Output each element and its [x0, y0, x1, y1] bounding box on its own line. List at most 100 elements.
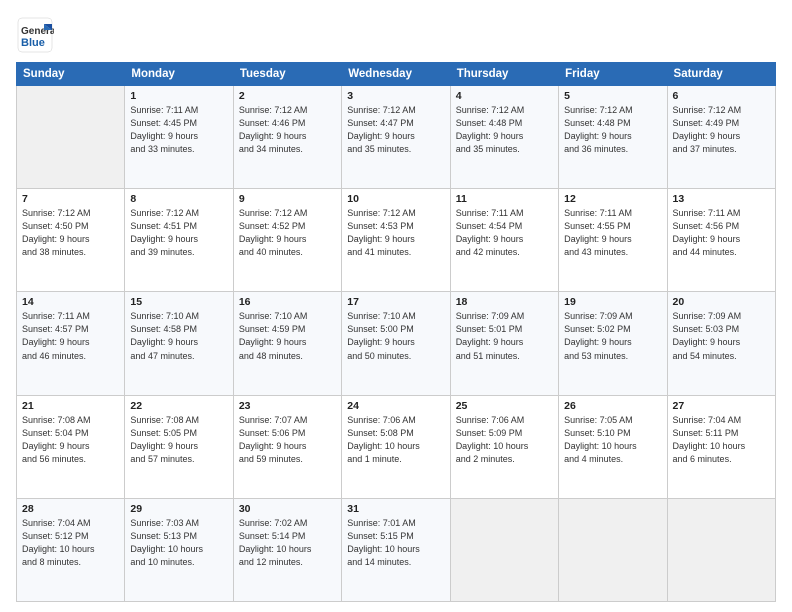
day-number: 11 [456, 193, 553, 205]
calendar-cell: 6Sunrise: 7:12 AM Sunset: 4:49 PM Daylig… [667, 86, 775, 189]
calendar-cell: 27Sunrise: 7:04 AM Sunset: 5:11 PM Dayli… [667, 395, 775, 498]
day-info: Sunrise: 7:11 AM Sunset: 4:57 PM Dayligh… [22, 310, 119, 362]
weekday-wednesday: Wednesday [342, 63, 450, 86]
day-number: 30 [239, 503, 336, 515]
calendar-cell: 16 Sunrise: 7:10 AM Sunset: 4:59 PM Dayli… [233, 292, 341, 395]
week-row-0: 1Sunrise: 7:11 AM Sunset: 4:45 PM Daylig… [17, 86, 776, 189]
weekday-tuesday: Tuesday [233, 63, 341, 86]
day-info: Sunrise: 7:12 AM Sunset: 4:52 PM Dayligh… [239, 207, 336, 259]
calendar-cell: 25 Sunrise: 7:06 AM Sunset: 5:09 PM Dayli… [450, 395, 558, 498]
calendar-cell: 4 Sunrise: 7:12 AM Sunset: 4:48 PM Daylig… [450, 86, 558, 189]
day-number: 13 [673, 193, 770, 205]
calendar-cell: 17Sunrise: 7:10 AM Sunset: 5:00 PM Dayli… [342, 292, 450, 395]
calendar-cell: 21 Sunrise: 7:08 AM Sunset: 5:04 PM Dayli… [17, 395, 125, 498]
calendar-cell: 8 Sunrise: 7:12 AM Sunset: 4:51 PM Daylig… [125, 189, 233, 292]
day-number: 5 [564, 90, 661, 102]
day-info: Sunrise: 7:04 AM Sunset: 5:11 PM Dayligh… [673, 414, 770, 466]
day-info: Sunrise: 7:02 AM Sunset: 5:14 PM Dayligh… [239, 517, 336, 569]
day-info: Sunrise: 7:08 AM Sunset: 5:05 PM Dayligh… [130, 414, 227, 466]
day-number: 7 [22, 193, 119, 205]
calendar-cell: 18 Sunrise: 7:09 AM Sunset: 5:01 PM Dayli… [450, 292, 558, 395]
calendar-cell: 24 Sunrise: 7:06 AM Sunset: 5:08 PM Dayli… [342, 395, 450, 498]
calendar-cell: 12 Sunrise: 7:11 AM Sunset: 4:55 PM Dayli… [559, 189, 667, 292]
day-number: 12 [564, 193, 661, 205]
day-number: 25 [456, 400, 553, 412]
day-info: Sunrise: 7:10 AM Sunset: 4:59 PM Dayligh… [239, 310, 336, 362]
day-number: 14 [22, 296, 119, 308]
day-number: 8 [130, 193, 227, 205]
day-number: 18 [456, 296, 553, 308]
day-info: Sunrise: 7:06 AM Sunset: 5:09 PM Dayligh… [456, 414, 553, 466]
calendar-cell: 7 Sunrise: 7:12 AM Sunset: 4:50 PM Daylig… [17, 189, 125, 292]
day-info: Sunrise: 7:12 AM Sunset: 4:53 PM Dayligh… [347, 207, 444, 259]
calendar-cell: 19Sunrise: 7:09 AM Sunset: 5:02 PM Dayli… [559, 292, 667, 395]
day-info: Sunrise: 7:09 AM Sunset: 5:02 PM Dayligh… [564, 310, 661, 362]
day-info: Sunrise: 7:09 AM Sunset: 5:03 PM Dayligh… [673, 310, 770, 362]
day-number: 1 [130, 90, 227, 102]
calendar-cell: 20 Sunrise: 7:09 AM Sunset: 5:03 PM Dayli… [667, 292, 775, 395]
day-info: Sunrise: 7:12 AM Sunset: 4:50 PM Dayligh… [22, 207, 119, 259]
day-number: 22 [130, 400, 227, 412]
day-info: Sunrise: 7:12 AM Sunset: 4:48 PM Dayligh… [564, 104, 661, 156]
weekday-thursday: Thursday [450, 63, 558, 86]
day-info: Sunrise: 7:12 AM Sunset: 4:51 PM Dayligh… [130, 207, 227, 259]
day-info: Sunrise: 7:12 AM Sunset: 4:49 PM Dayligh… [673, 104, 770, 156]
calendar-cell: 5 Sunrise: 7:12 AM Sunset: 4:48 PM Daylig… [559, 86, 667, 189]
svg-text:Blue: Blue [21, 37, 45, 49]
week-row-1: 7 Sunrise: 7:12 AM Sunset: 4:50 PM Daylig… [17, 189, 776, 292]
weekday-monday: Monday [125, 63, 233, 86]
calendar-cell: 29Sunrise: 7:03 AM Sunset: 5:13 PM Dayli… [125, 498, 233, 601]
calendar-cell: 26Sunrise: 7:05 AM Sunset: 5:10 PM Dayli… [559, 395, 667, 498]
calendar-cell: 31Sunrise: 7:01 AM Sunset: 5:15 PM Dayli… [342, 498, 450, 601]
week-row-2: 14 Sunrise: 7:11 AM Sunset: 4:57 PM Dayli… [17, 292, 776, 395]
day-number: 26 [564, 400, 661, 412]
day-info: Sunrise: 7:10 AM Sunset: 4:58 PM Dayligh… [130, 310, 227, 362]
logo-icon: General Blue [16, 16, 54, 54]
day-info: Sunrise: 7:04 AM Sunset: 5:12 PM Dayligh… [22, 517, 119, 569]
day-number: 23 [239, 400, 336, 412]
calendar-cell [450, 498, 558, 601]
calendar-cell: 9 Sunrise: 7:12 AM Sunset: 4:52 PM Daylig… [233, 189, 341, 292]
day-info: Sunrise: 7:12 AM Sunset: 4:47 PM Dayligh… [347, 104, 444, 156]
page: General Blue SundayMondayTuesdayWednesda… [0, 0, 792, 612]
day-number: 9 [239, 193, 336, 205]
day-info: Sunrise: 7:08 AM Sunset: 5:04 PM Dayligh… [22, 414, 119, 466]
day-number: 16 [239, 296, 336, 308]
day-info: Sunrise: 7:09 AM Sunset: 5:01 PM Dayligh… [456, 310, 553, 362]
calendar-cell: 14 Sunrise: 7:11 AM Sunset: 4:57 PM Dayli… [17, 292, 125, 395]
calendar-cell: 3Sunrise: 7:12 AM Sunset: 4:47 PM Daylig… [342, 86, 450, 189]
day-info: Sunrise: 7:11 AM Sunset: 4:55 PM Dayligh… [564, 207, 661, 259]
calendar-cell: 11 Sunrise: 7:11 AM Sunset: 4:54 PM Dayli… [450, 189, 558, 292]
calendar-cell: 15Sunrise: 7:10 AM Sunset: 4:58 PM Dayli… [125, 292, 233, 395]
calendar-cell: 2Sunrise: 7:12 AM Sunset: 4:46 PM Daylig… [233, 86, 341, 189]
day-number: 24 [347, 400, 444, 412]
day-info: Sunrise: 7:12 AM Sunset: 4:48 PM Dayligh… [456, 104, 553, 156]
calendar-cell: 30 Sunrise: 7:02 AM Sunset: 5:14 PM Dayli… [233, 498, 341, 601]
calendar-cell: 28Sunrise: 7:04 AM Sunset: 5:12 PM Dayli… [17, 498, 125, 601]
calendar-cell [17, 86, 125, 189]
weekday-sunday: Sunday [17, 63, 125, 86]
calendar-cell: 22 Sunrise: 7:08 AM Sunset: 5:05 PM Dayli… [125, 395, 233, 498]
week-row-4: 28Sunrise: 7:04 AM Sunset: 5:12 PM Dayli… [17, 498, 776, 601]
calendar-table: SundayMondayTuesdayWednesdayThursdayFrid… [16, 62, 776, 602]
logo: General Blue [16, 16, 54, 54]
day-info: Sunrise: 7:12 AM Sunset: 4:46 PM Dayligh… [239, 104, 336, 156]
calendar-cell: 10Sunrise: 7:12 AM Sunset: 4:53 PM Dayli… [342, 189, 450, 292]
day-info: Sunrise: 7:01 AM Sunset: 5:15 PM Dayligh… [347, 517, 444, 569]
day-info: Sunrise: 7:11 AM Sunset: 4:56 PM Dayligh… [673, 207, 770, 259]
day-number: 4 [456, 90, 553, 102]
day-number: 21 [22, 400, 119, 412]
weekday-friday: Friday [559, 63, 667, 86]
day-info: Sunrise: 7:11 AM Sunset: 4:54 PM Dayligh… [456, 207, 553, 259]
day-info: Sunrise: 7:06 AM Sunset: 5:08 PM Dayligh… [347, 414, 444, 466]
day-info: Sunrise: 7:03 AM Sunset: 5:13 PM Dayligh… [130, 517, 227, 569]
weekday-header-row: SundayMondayTuesdayWednesdayThursdayFrid… [17, 63, 776, 86]
calendar-cell [667, 498, 775, 601]
calendar-cell [559, 498, 667, 601]
calendar-cell: 23 Sunrise: 7:07 AM Sunset: 5:06 PM Dayli… [233, 395, 341, 498]
header: General Blue [16, 16, 776, 54]
day-number: 17 [347, 296, 444, 308]
week-row-3: 21 Sunrise: 7:08 AM Sunset: 5:04 PM Dayli… [17, 395, 776, 498]
day-info: Sunrise: 7:07 AM Sunset: 5:06 PM Dayligh… [239, 414, 336, 466]
day-number: 20 [673, 296, 770, 308]
